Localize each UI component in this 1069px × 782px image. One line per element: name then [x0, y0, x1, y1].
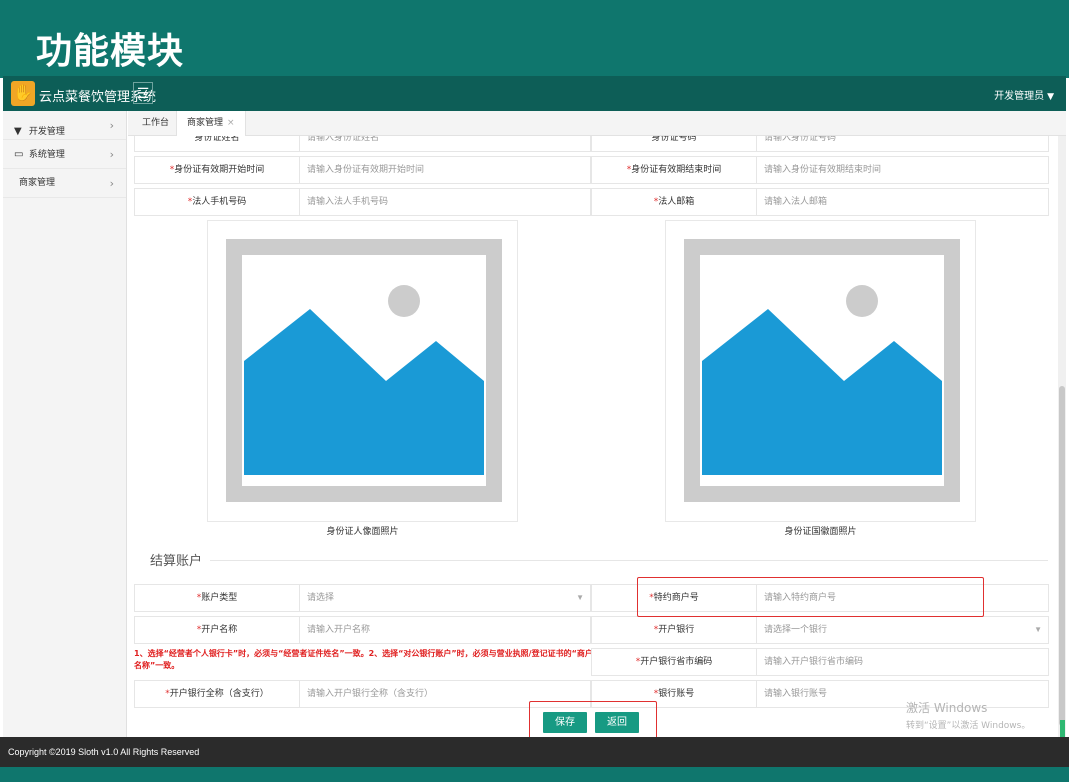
- save-button[interactable]: 保存: [543, 712, 587, 733]
- bank-account-input[interactable]: 请输入银行账号: [764, 681, 827, 707]
- legal-email-input[interactable]: 请输入法人邮箱: [764, 189, 827, 215]
- id-back-upload[interactable]: [665, 220, 976, 522]
- slide-bottom-band: [0, 767, 1069, 782]
- form-row-legal-email: *法人邮箱 请输入法人邮箱: [591, 188, 1049, 216]
- chevron-right-icon: ›: [109, 119, 114, 132]
- slide-header: 功能模块: [0, 0, 1069, 78]
- form-row-bank-full: *开户银行全称（含支行） 请输入开户银行全称（含支行）: [134, 680, 591, 708]
- legal-phone-input[interactable]: 请输入法人手机号码: [307, 189, 388, 215]
- id-number-input[interactable]: 请输入身份证号码: [764, 136, 836, 151]
- sidebar-item-label: 开发管理: [28, 127, 65, 137]
- sidebar-item-dev-manage[interactable]: ▼ 开发管理 ›: [3, 111, 126, 140]
- sidebar: ▼ 开发管理 › ▭ 系统管理 › 商家管理 ›: [3, 111, 127, 737]
- label-text: 银行账号: [658, 689, 695, 699]
- app-header: ✋ 云点菜餐饮管理系统 ☰ 开发管理员 ▼: [3, 76, 1066, 111]
- tab-merchant-manage[interactable]: 商家管理 ×: [176, 111, 246, 136]
- form-row-bank-city: *开户银行省市编码 请输入开户银行省市编码: [591, 648, 1049, 676]
- label-text: 法人邮箱: [658, 197, 695, 207]
- windows-activation-watermark: 激活 Windows: [906, 701, 988, 715]
- user-name: 开发管理员: [994, 91, 1045, 102]
- form-row-id-start: *身份证有效期开始时间 请输入身份证有效期开始时间: [134, 156, 591, 184]
- field-label: *开户银行省市编码: [592, 649, 757, 675]
- form-row-id-name: 身份证姓名 请输入身份证姓名: [134, 136, 591, 152]
- sidebar-item-merchant-manage[interactable]: 商家管理 ›: [3, 169, 126, 198]
- tab-bar: 工作台 商家管理 ×: [128, 111, 1066, 136]
- chevron-down-icon: ▼: [1034, 625, 1042, 634]
- section-title-settlement: 结算账户: [150, 554, 203, 569]
- field-label: *身份证有效期开始时间: [135, 157, 300, 183]
- windows-activation-hint: 转到“设置”以激活 Windows。: [906, 721, 1031, 731]
- field-label: *法人手机号码: [135, 189, 300, 215]
- sidebar-item-label: 商家管理: [19, 178, 56, 188]
- field-label: *开户银行全称（含支行）: [135, 681, 300, 707]
- highlight-merchant-no: [637, 577, 984, 617]
- label-text: 开户银行省市编码: [640, 657, 713, 667]
- tab-workbench[interactable]: 工作台: [132, 111, 179, 136]
- scrollbar-thumb[interactable]: [1059, 386, 1065, 726]
- label-text: 开户名称: [201, 625, 238, 635]
- bank-city-input[interactable]: 请输入开户银行省市编码: [764, 649, 863, 675]
- form-row-id-number: 身份证号码 请输入身份证号码: [591, 136, 1049, 152]
- id-start-input[interactable]: 请输入身份证有效期开始时间: [307, 157, 424, 183]
- id-front-caption: 身份证人像面照片: [326, 527, 399, 537]
- id-back-caption: 身份证国徽面照片: [784, 527, 857, 537]
- tab-label: 商家管理: [187, 118, 224, 128]
- id-end-input[interactable]: 请输入身份证有效期结束时间: [764, 157, 881, 183]
- account-type-select[interactable]: 请选择: [307, 585, 334, 611]
- form-row-bank: *开户银行 请选择一个银行 ▼: [591, 616, 1049, 644]
- main-scrollbar[interactable]: [1058, 136, 1066, 737]
- sidebar-item-label: 系统管理: [28, 150, 65, 160]
- settlement-hint: 1、选择“经营者个人银行卡”时，必须与“经营者证件姓名”一致。2、选择“对公银行…: [134, 649, 593, 670]
- field-label: 身份证姓名: [135, 136, 300, 151]
- bank-select[interactable]: 请选择一个银行: [764, 617, 827, 643]
- caret-down-icon: ▼: [1047, 92, 1054, 102]
- form-row-account-type: *账户类型 请选择 ▼: [134, 584, 591, 612]
- field-label: 身份证号码: [592, 136, 757, 151]
- footer: Copyright ©2019 Sloth v1.0 All Rights Re…: [0, 737, 1069, 767]
- image-placeholder-icon: [226, 239, 502, 502]
- sidebar-item-system-manage[interactable]: ▭ 系统管理 ›: [3, 140, 126, 169]
- label-text: 账户类型: [201, 593, 238, 603]
- app-logo: ✋: [11, 81, 35, 106]
- label-text: 开户银行全称（含支行）: [169, 689, 269, 699]
- chevron-right-icon: ›: [109, 148, 114, 161]
- user-menu[interactable]: 开发管理员 ▼: [994, 87, 1054, 102]
- bank-full-input[interactable]: 请输入开户银行全称（含支行）: [307, 681, 433, 707]
- field-label: *身份证有效期结束时间: [592, 157, 757, 183]
- chevron-down-icon: ▼: [576, 593, 584, 602]
- image-placeholder-icon: [684, 239, 960, 502]
- label-text: 法人手机号码: [192, 197, 247, 207]
- chevron-right-icon: ›: [109, 177, 114, 190]
- monitor-icon: ▭: [14, 149, 24, 160]
- slide-title: 功能模块: [36, 31, 185, 72]
- id-name-input[interactable]: 请输入身份证姓名: [307, 136, 379, 151]
- label-text: 身份证有效期开始时间: [174, 165, 265, 175]
- section-divider: [210, 560, 1048, 561]
- label-text: 身份证有效期结束时间: [631, 165, 722, 175]
- field-label: *法人邮箱: [592, 189, 757, 215]
- field-label: *开户名称: [135, 617, 300, 643]
- form-row-legal-phone: *法人手机号码 请输入法人手机号码: [134, 188, 591, 216]
- main-content: 身份证姓名 请输入身份证姓名 身份证号码 请输入身份证号码 *身份证有效期开始时…: [128, 136, 1058, 737]
- menu-toggle-icon[interactable]: ☰: [133, 82, 153, 104]
- field-label: *账户类型: [135, 585, 300, 611]
- field-label: *开户银行: [592, 617, 757, 643]
- form-row-id-end: *身份证有效期结束时间 请输入身份证有效期结束时间: [591, 156, 1049, 184]
- back-button[interactable]: 返回: [595, 712, 639, 733]
- id-front-upload[interactable]: [207, 220, 518, 522]
- label-text: 开户银行: [658, 625, 695, 635]
- form-row-account-name: *开户名称 请输入开户名称: [134, 616, 591, 644]
- copyright-text: Copyright ©2019 Sloth v1.0 All Rights Re…: [8, 747, 200, 757]
- account-name-input[interactable]: 请输入开户名称: [307, 617, 370, 643]
- close-icon[interactable]: ×: [227, 118, 235, 128]
